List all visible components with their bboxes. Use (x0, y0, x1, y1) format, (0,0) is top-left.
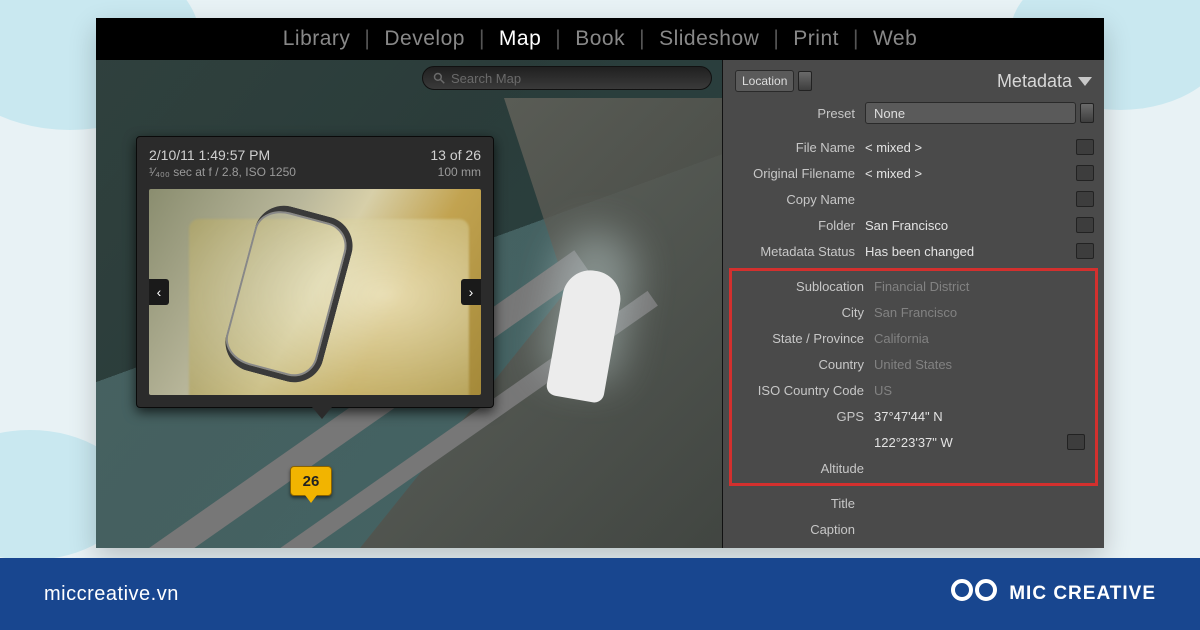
footer-brand: MIC CREATIVE (951, 579, 1156, 609)
row-copy-name: Copy Name (723, 186, 1104, 212)
photo-thumbnail[interactable]: ‹ › (149, 189, 481, 395)
module-book[interactable]: Book (561, 27, 639, 51)
module-print[interactable]: Print (779, 27, 853, 51)
val-country[interactable]: United States (874, 357, 1085, 372)
row-altitude: Altitude (732, 455, 1095, 481)
photo-popup: 2/10/11 1:49:57 PM 13 of 26 ¹⁄₄₀₀ sec at… (136, 136, 494, 408)
val-iso-cc[interactable]: US (874, 383, 1085, 398)
val-folder[interactable]: San Francisco (865, 218, 1072, 233)
module-library[interactable]: Library (269, 27, 365, 51)
lbl-country: Country (732, 357, 874, 372)
row-sublocation: Sublocation Financial District (732, 273, 1095, 299)
search-input[interactable]: Search Map (422, 66, 712, 90)
row-folder: Folder San Francisco (723, 212, 1104, 238)
prev-photo-button[interactable]: ‹ (149, 279, 169, 305)
lbl-title: Title (723, 496, 865, 511)
row-gps2: 122°23'37" W (732, 429, 1095, 455)
lbl-altitude: Altitude (732, 461, 874, 476)
row-file-name: File Name < mixed > (723, 134, 1104, 160)
lbl-gps: GPS (732, 409, 874, 424)
lbl-sublocation: Sublocation (732, 279, 874, 294)
row-metadata-status: Metadata Status Has been changed (723, 238, 1104, 264)
module-picker: Library | Develop | Map | Book | Slidesh… (96, 18, 1104, 60)
page-footer: miccreative.vn MIC CREATIVE (0, 558, 1200, 630)
lbl-iso-cc: ISO Country Code (732, 383, 874, 398)
lbl-file-name: File Name (723, 140, 865, 155)
location-group-highlight: Sublocation Financial District City San … (729, 268, 1098, 486)
map-toolbar: Search Map (96, 66, 722, 98)
lbl-folder: Folder (723, 218, 865, 233)
val-gps-lon[interactable]: 122°23'37" W (874, 435, 1063, 450)
triangle-down-icon (1078, 77, 1092, 86)
lbl-state: State / Province (732, 331, 874, 346)
popup-exif: ¹⁄₄₀₀ sec at f / 2.8, ISO 1250 (149, 165, 296, 179)
val-file-name[interactable]: < mixed > (865, 140, 1072, 155)
action-icon[interactable] (1076, 165, 1094, 181)
footer-domain: miccreative.vn (44, 583, 179, 606)
val-sublocation[interactable]: Financial District (874, 279, 1085, 294)
goto-icon[interactable] (1076, 191, 1094, 207)
panel-title[interactable]: Metadata (997, 71, 1092, 92)
lbl-caption: Caption (723, 522, 865, 537)
action-icon[interactable] (1076, 139, 1094, 155)
map-pin-count: 26 (303, 473, 320, 490)
preset-row: Preset None (723, 100, 1104, 126)
panel-title-text: Metadata (997, 71, 1072, 92)
popup-arrow-icon (312, 407, 332, 419)
val-metadata-status[interactable]: Has been changed (865, 244, 1072, 259)
map-canvas[interactable]: Search Map 2/10/11 1:49:57 PM 13 of 26 ¹… (96, 60, 722, 548)
search-placeholder: Search Map (451, 71, 521, 86)
lbl-city: City (732, 305, 874, 320)
preset-label: Preset (723, 106, 865, 121)
module-develop[interactable]: Develop (370, 27, 479, 51)
search-icon (433, 72, 445, 84)
lbl-original-filename: Original Filename (723, 166, 865, 181)
action-icon[interactable] (1076, 243, 1094, 259)
lightroom-window: Library | Develop | Map | Book | Slidesh… (96, 18, 1104, 548)
next-photo-button[interactable]: › (461, 279, 481, 305)
location-filter-label: Location (742, 74, 787, 88)
row-caption: Caption (723, 516, 1104, 542)
preset-value: None (874, 106, 905, 121)
map-pin[interactable]: 26 (290, 466, 332, 496)
module-web[interactable]: Web (859, 27, 931, 51)
row-country: Country United States (732, 351, 1095, 377)
lbl-metadata-status: Metadata Status (723, 244, 865, 259)
popup-focal: 100 mm (438, 165, 481, 179)
main-row: Search Map 2/10/11 1:49:57 PM 13 of 26 ¹… (96, 60, 1104, 548)
row-state: State / Province California (732, 325, 1095, 351)
val-state[interactable]: California (874, 331, 1085, 346)
row-title: Title (723, 490, 1104, 516)
val-gps-lat[interactable]: 37°47'44" N (874, 409, 1085, 424)
location-stepper[interactable] (798, 71, 812, 91)
module-slideshow[interactable]: Slideshow (645, 27, 773, 51)
row-city: City San Francisco (732, 299, 1095, 325)
metadata-panel: Location Metadata Preset None File Name … (722, 60, 1104, 548)
preset-stepper[interactable] (1080, 103, 1094, 123)
popup-datetime: 2/10/11 1:49:57 PM (149, 147, 270, 163)
val-city[interactable]: San Francisco (874, 305, 1085, 320)
module-map[interactable]: Map (485, 27, 555, 51)
goto-icon[interactable] (1067, 434, 1085, 450)
goto-icon[interactable] (1076, 217, 1094, 233)
preset-dropdown[interactable]: None (865, 102, 1076, 124)
infinity-logo-icon (951, 579, 997, 609)
footer-brand-text: MIC CREATIVE (1009, 583, 1156, 605)
row-gps: GPS 37°47'44" N (732, 403, 1095, 429)
lbl-copy-name: Copy Name (723, 192, 865, 207)
val-original-filename[interactable]: < mixed > (865, 166, 1072, 181)
location-filter-dropdown[interactable]: Location (735, 70, 794, 92)
row-iso-cc: ISO Country Code US (732, 377, 1095, 403)
popup-counter: 13 of 26 (430, 147, 481, 163)
row-original-filename: Original Filename < mixed > (723, 160, 1104, 186)
